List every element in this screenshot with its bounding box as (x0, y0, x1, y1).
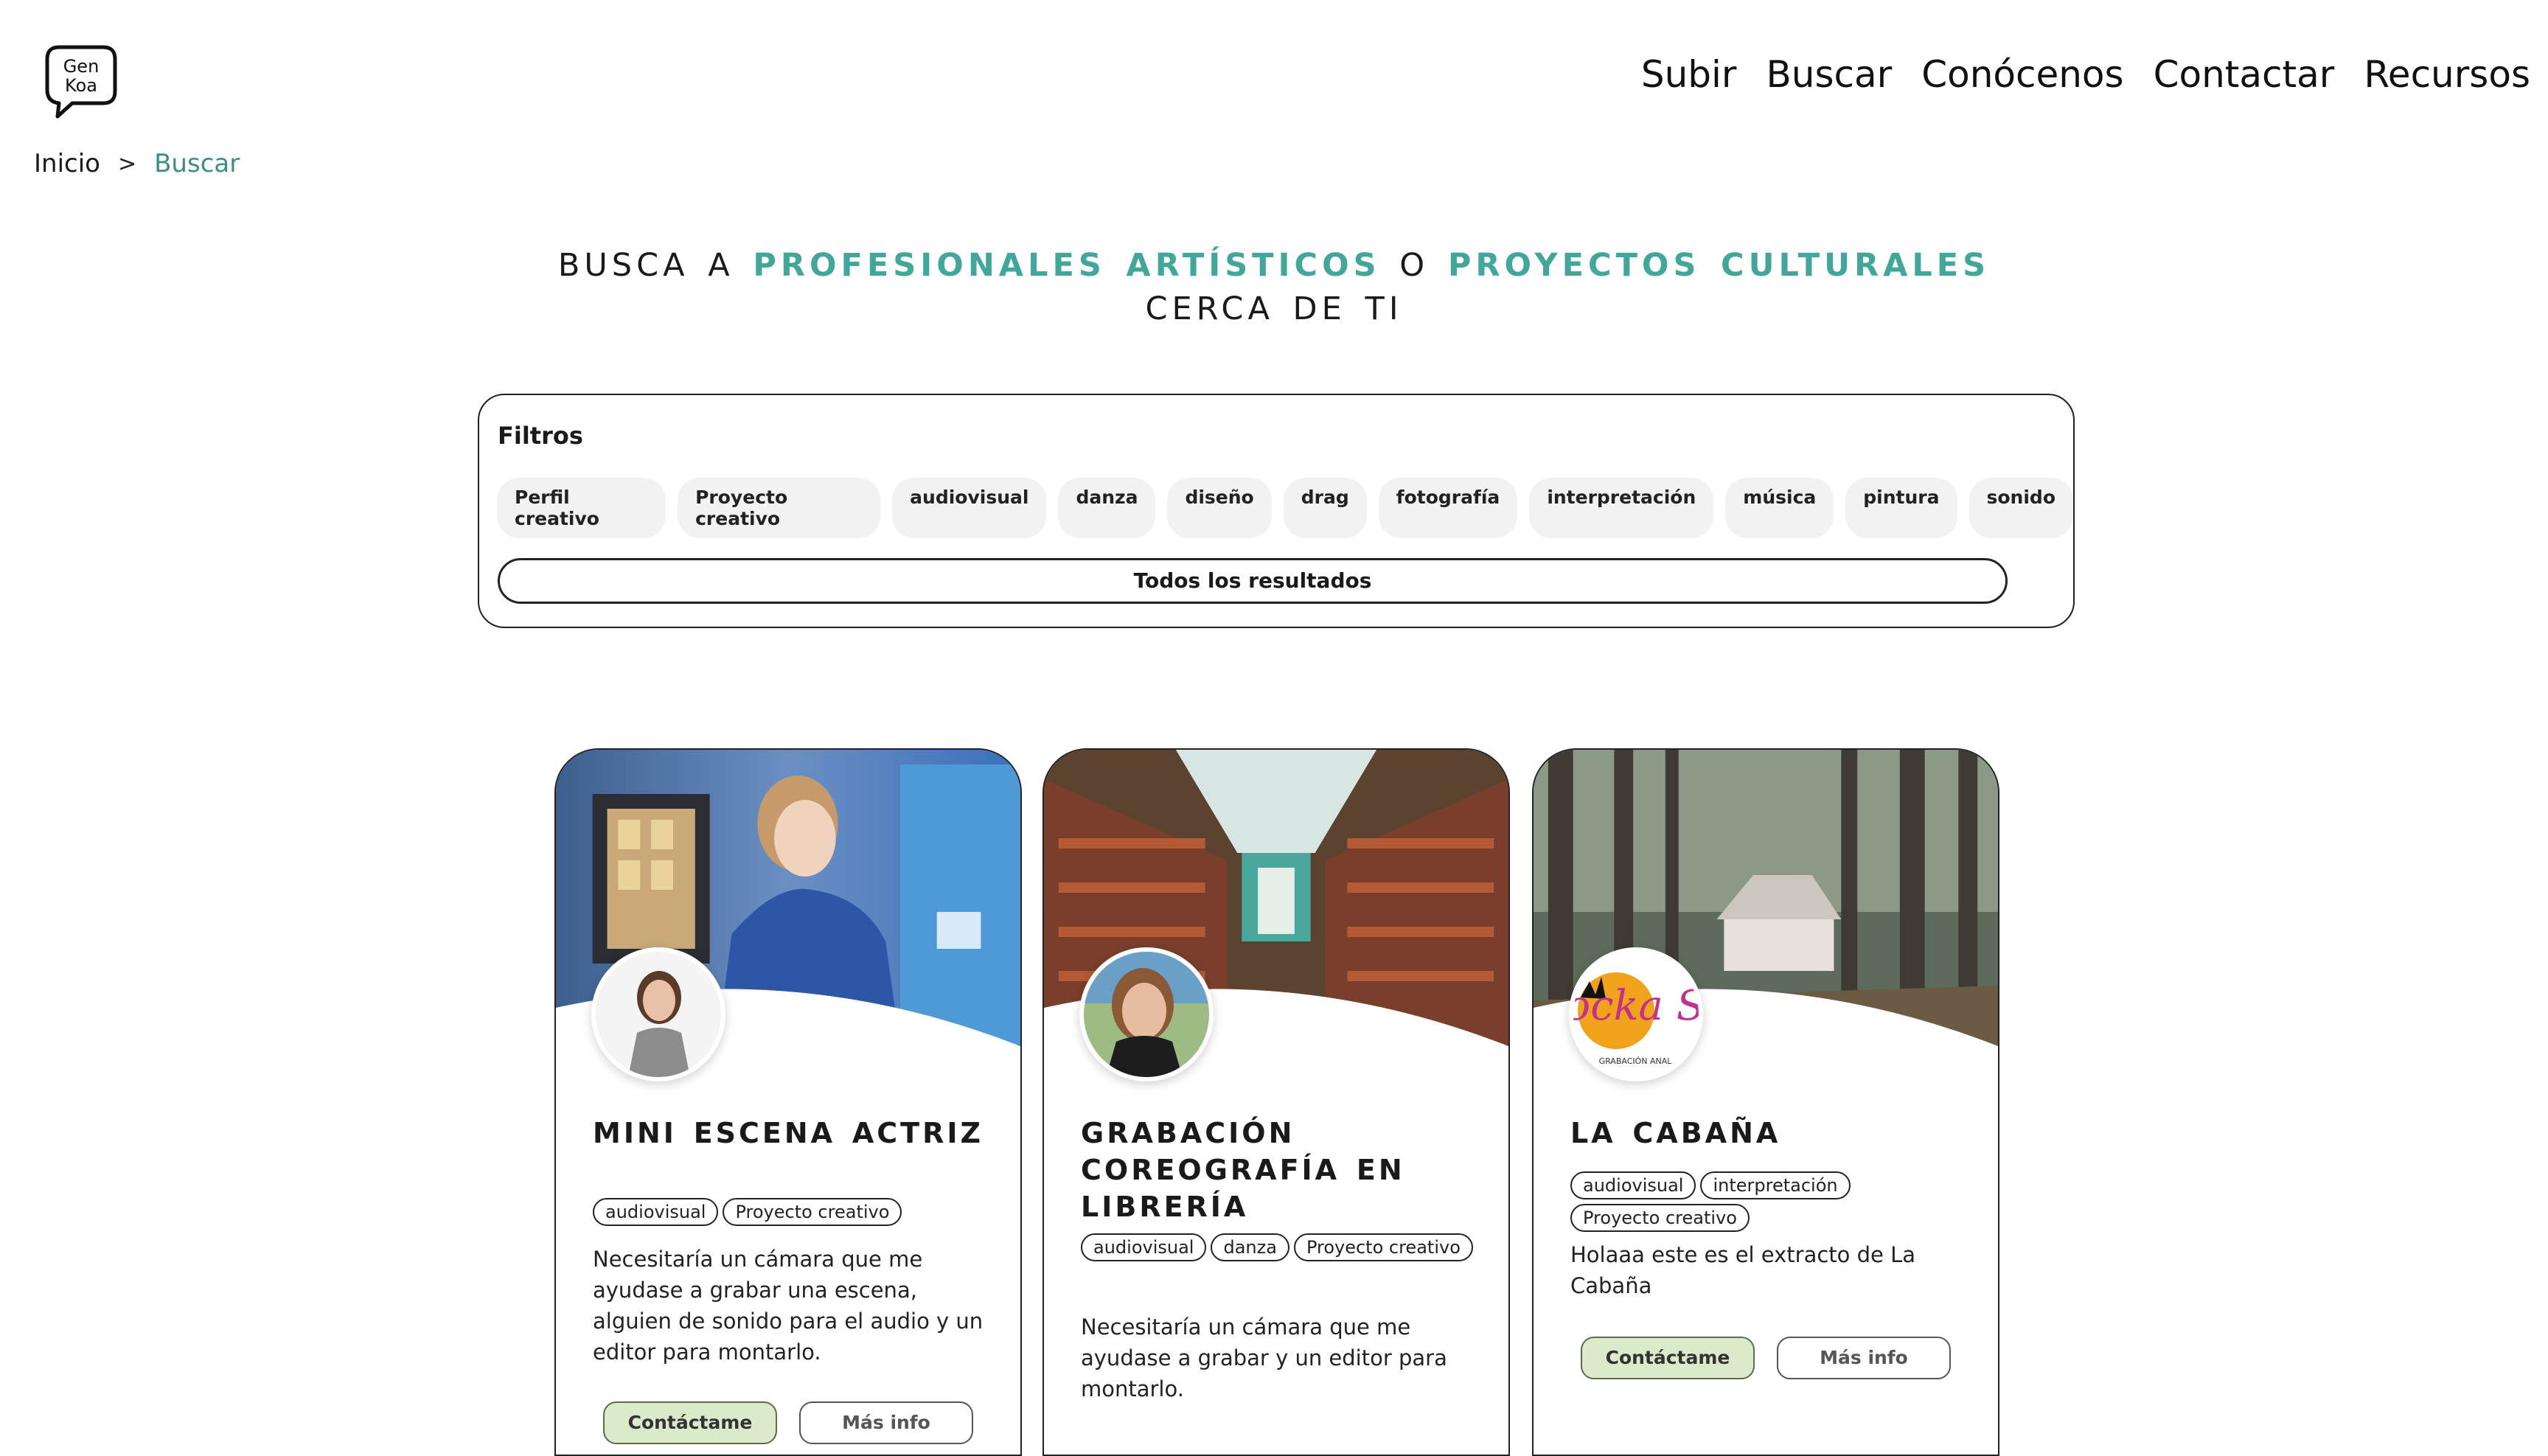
filter-chip[interactable]: fotografía (1378, 478, 1518, 538)
all-results-button[interactable]: Todos los resultados (498, 558, 2008, 604)
contact-button[interactable]: Contáctame (603, 1401, 777, 1444)
genkoa-logo[interactable]: Gen Koa (43, 43, 119, 119)
filter-chip[interactable]: drag (1283, 478, 1367, 538)
filters-panel: Filtros Perfil creativo Proyecto creativ… (478, 394, 2075, 628)
card-title: Mini escena actriz (593, 1106, 984, 1152)
nav-buscar[interactable]: Buscar (1766, 53, 1892, 96)
more-info-button[interactable]: Más info (1777, 1337, 1951, 1379)
logo-text-bottom: Koa (65, 75, 97, 96)
tag[interactable]: audiovisual (1570, 1171, 1696, 1199)
title-part-1: Busca a (557, 233, 753, 287)
tag[interactable]: audiovisual (593, 1198, 719, 1226)
avatar (591, 947, 725, 1081)
filter-chip[interactable]: diseño (1167, 478, 1272, 538)
tag[interactable]: Proyecto creativo (1293, 1233, 1473, 1261)
result-card[interactable]: Grabación coreografía en librería audiov… (1042, 748, 1510, 1456)
tag[interactable]: interpretación (1700, 1171, 1851, 1199)
avatar-logo-subtext: GRABACIÓN ANAL (1599, 1056, 1673, 1066)
nav-conocenos[interactable]: Conócenos (1921, 53, 2123, 96)
filter-chip[interactable]: audiovisual (892, 478, 1047, 538)
card-tags: audiovisual danza Proyecto creativo (1081, 1233, 1494, 1261)
tag[interactable]: audiovisual (1081, 1233, 1207, 1261)
card-description: Holaaa este es el extracto de La Cabaña (1570, 1242, 1916, 1298)
main-nav: Subir Buscar Conócenos Contactar Recurso… (1641, 53, 2530, 96)
avatar-logo-text: Rocka Stu (1573, 982, 1699, 1030)
filter-chip[interactable]: Proyecto creativo (678, 478, 881, 538)
contact-button[interactable]: Contáctame (1581, 1337, 1755, 1379)
page-title: Busca a profesionales artísticos o proye… (0, 237, 2548, 330)
filter-chip[interactable]: sonido (1969, 478, 2073, 538)
card-title: La cabaña (1570, 1106, 1781, 1152)
nav-recursos[interactable]: Recursos (2364, 53, 2530, 96)
tag[interactable]: Proyecto creativo (1570, 1204, 1750, 1232)
card-description: Necesitaría un cámara que me ayudase a g… (1081, 1314, 1447, 1401)
filter-chip[interactable]: interpretación (1529, 478, 1714, 538)
breadcrumb: Inicio > Buscar (34, 149, 240, 178)
nav-contactar[interactable]: Contactar (2154, 53, 2335, 96)
title-accent-2: proyectos culturales (1447, 233, 1991, 287)
card-description: Necesitaría un cámara que me ayudase a g… (593, 1247, 984, 1365)
logo-text-top: Gen (63, 56, 100, 77)
card-tags: audiovisual Proyecto creativo (593, 1198, 1006, 1226)
filter-chip[interactable]: danza (1058, 478, 1156, 538)
title-line-2: cerca de ti (1145, 276, 1403, 330)
tag[interactable]: danza (1211, 1233, 1289, 1261)
breadcrumb-home[interactable]: Inicio (34, 149, 100, 178)
more-info-button[interactable]: Más info (799, 1401, 973, 1444)
filter-chip[interactable]: Perfil creativo (497, 478, 666, 538)
breadcrumb-current: Buscar (154, 149, 240, 178)
tag[interactable]: Proyecto creativo (723, 1198, 902, 1226)
filter-chip[interactable]: pintura (1845, 478, 1957, 538)
result-card[interactable]: Rocka Stu GRABACIÓN ANAL La cabaña audio… (1532, 748, 1999, 1456)
card-title: Grabación coreografía en librería (1081, 1106, 1405, 1226)
avatar (1079, 947, 1214, 1081)
breadcrumb-separator: > (117, 150, 137, 177)
card-tags: audiovisual interpretación Proyecto crea… (1570, 1171, 1895, 1232)
nav-subir[interactable]: Subir (1641, 53, 1737, 96)
filter-chip-list: Perfil creativo Proyecto creativo audiov… (497, 478, 2073, 538)
avatar: Rocka Stu GRABACIÓN ANAL (1569, 947, 1703, 1081)
filters-title: Filtros (498, 422, 583, 450)
filter-chip[interactable]: música (1725, 478, 1834, 538)
result-card[interactable]: Mini escena actriz audiovisual Proyecto … (554, 748, 1022, 1456)
